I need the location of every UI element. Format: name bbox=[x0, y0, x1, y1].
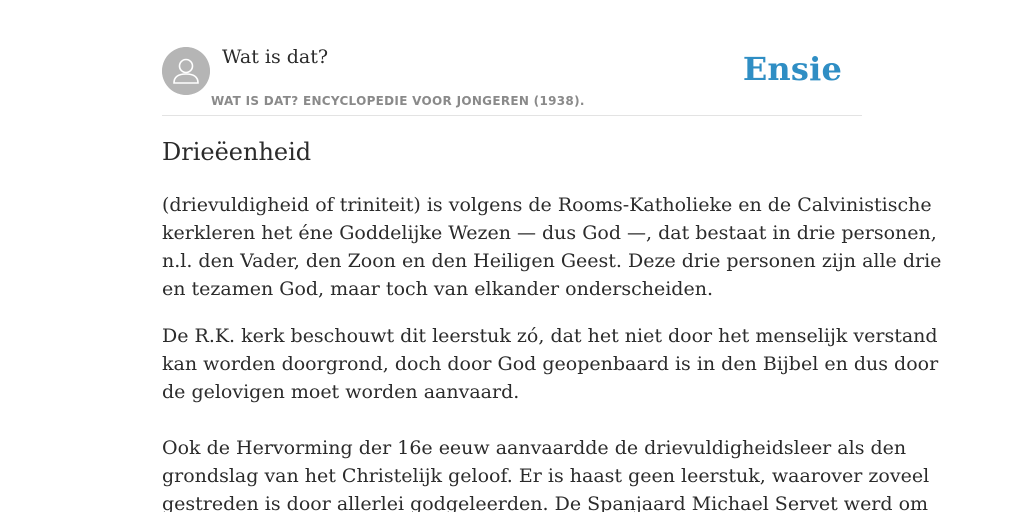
article-title: Drieëenheid bbox=[162, 138, 312, 166]
ensie-logo[interactable]: Ensie bbox=[743, 50, 842, 88]
paragraph-line: grondslag van het Christelijk geloof. Er… bbox=[162, 465, 930, 487]
user-silhouette-icon[interactable] bbox=[162, 47, 210, 95]
paragraph-line: de gelovigen moet worden aanvaard. bbox=[162, 381, 520, 403]
paragraph-line: gestreden is door allerlei godgeleerden.… bbox=[162, 493, 929, 512]
paragraph-line: De R.K. kerk beschouwt dit leerstuk zó, … bbox=[162, 325, 938, 347]
paragraph-line: n.l. den Vader, den Zoon en den Heiligen… bbox=[162, 250, 942, 272]
paragraph-line: kerkleren het éne Goddelijke Wezen — dus… bbox=[162, 222, 937, 244]
paragraph: Ook de Hervorming der 16e eeuw aanvaardd… bbox=[162, 434, 930, 512]
source-subtitle[interactable]: WAT IS DAT? ENCYCLOPEDIE VOOR JONGEREN (… bbox=[211, 94, 585, 108]
page: Wat is dat? WAT IS DAT? ENCYCLOPEDIE VOO… bbox=[0, 0, 1024, 512]
paragraph-line: (drievuldigheid of triniteit) is volgens… bbox=[162, 194, 932, 216]
paragraph-line: kan worden doorgrond, doch door God geop… bbox=[162, 353, 939, 375]
source-header: Wat is dat? WAT IS DAT? ENCYCLOPEDIE VOO… bbox=[162, 40, 862, 116]
paragraph-line: en tezamen God, maar toch van elkander o… bbox=[162, 278, 713, 300]
source-title[interactable]: Wat is dat? bbox=[222, 46, 328, 68]
paragraph: De R.K. kerk beschouwt dit leerstuk zó, … bbox=[162, 322, 939, 406]
paragraph: (drievuldigheid of triniteit) is volgens… bbox=[162, 191, 942, 303]
paragraph-line: Ook de Hervorming der 16e eeuw aanvaardd… bbox=[162, 437, 907, 459]
article-body: (drievuldigheid of triniteit) is volgens… bbox=[162, 191, 942, 512]
